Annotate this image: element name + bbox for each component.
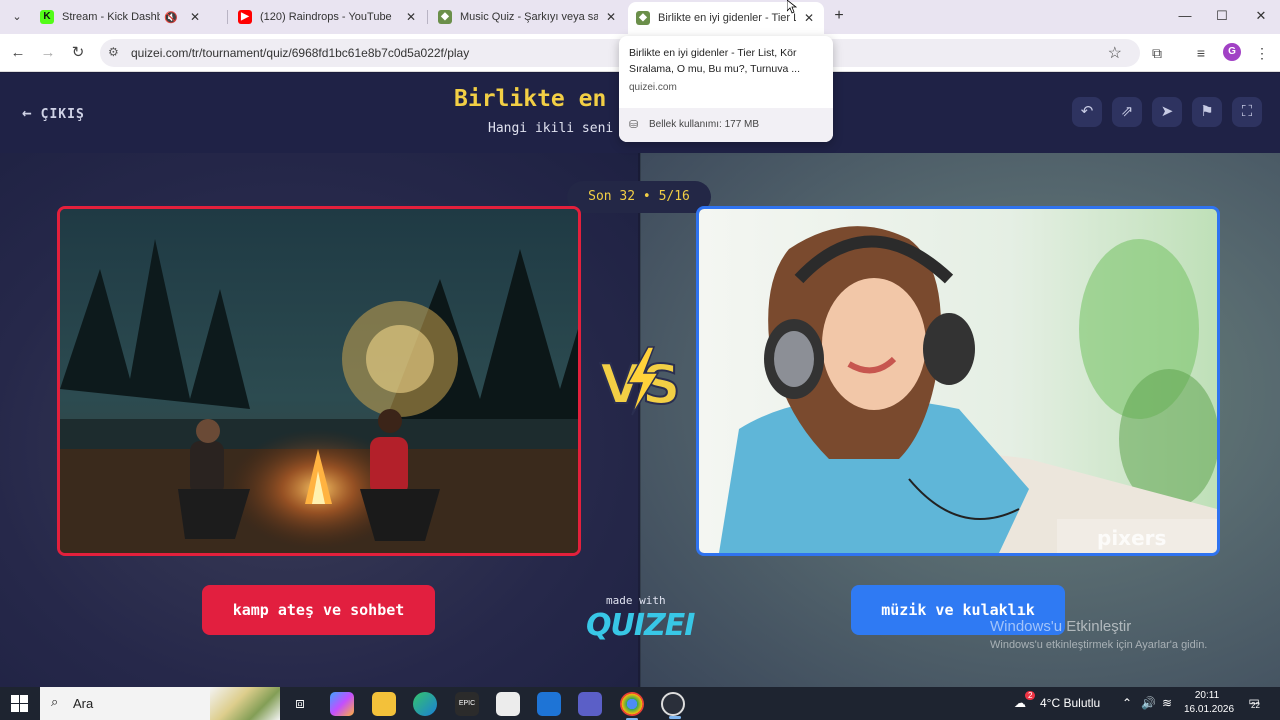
- versus-icon: VS: [599, 346, 682, 417]
- url-text[interactable]: quizei.com/tr/tournament/quiz/6968fd1bc6…: [131, 46, 469, 60]
- hover-card-footer: ⛁ Bellek kullanımı: 177 MB: [619, 108, 833, 142]
- minimize-icon[interactable]: —: [1167, 6, 1203, 26]
- epic-games-icon[interactable]: EPIC: [455, 692, 479, 716]
- search-icon: ⌕: [51, 694, 59, 709]
- quizei-icon: ◆: [438, 10, 452, 24]
- windows-start-icon[interactable]: [11, 695, 28, 712]
- memory-usage: Bellek kullanımı: 177 MB: [649, 119, 760, 130]
- kick-icon: K: [40, 10, 54, 24]
- extensions-icon[interactable]: ⧉: [1146, 42, 1168, 64]
- quizei-icon: ◆: [636, 11, 650, 25]
- left-choice-card[interactable]: [57, 206, 581, 556]
- hover-card-domain: quizei.com: [629, 82, 677, 93]
- clock-time: 20:11: [1194, 690, 1220, 701]
- notification-count: 22: [1251, 701, 1260, 710]
- bookmark-star-icon[interactable]: ☆: [1108, 43, 1122, 63]
- search-highlight-image: [210, 687, 280, 720]
- back-icon[interactable]: ←: [7, 42, 29, 64]
- tray-chevron-icon[interactable]: ⌃: [1122, 696, 1132, 710]
- page-title: Birlikte en: [454, 86, 607, 112]
- mute-icon[interactable]: 🔇: [164, 11, 178, 24]
- windows-activation-title: Windows'u Etkinleştir: [990, 618, 1132, 635]
- obs-icon[interactable]: [661, 692, 685, 719]
- tab-title: Music Quiz - Şarkıyı veya sanatçı: [460, 11, 598, 23]
- tab-title: Stream - Kick Dashboard: [62, 11, 161, 23]
- send-icon: ➤: [1160, 103, 1174, 120]
- share-icon: ⇗: [1120, 103, 1134, 120]
- round-progress-badge: Son 32 • 5/16: [567, 181, 711, 213]
- tab-title: (120) Raindrops - YouTube: [260, 11, 392, 23]
- notification-center[interactable]: ▭ 22: [1243, 694, 1265, 714]
- tab-search-dropdown-icon[interactable]: ⌄: [6, 6, 28, 28]
- weather-badge: 2: [1025, 691, 1036, 700]
- task-view-icon[interactable]: ⧈: [288, 692, 312, 716]
- taskbar-search[interactable]: ⌕ Ara: [40, 687, 280, 720]
- outlook-icon[interactable]: [537, 692, 561, 716]
- arrow-left-icon: ←: [22, 103, 33, 122]
- headphones-image: pixers: [699, 209, 1217, 553]
- window-close-icon[interactable]: ✕: [1243, 6, 1279, 26]
- new-tab-icon[interactable]: +: [829, 6, 849, 26]
- send-button[interactable]: ➤: [1152, 97, 1182, 127]
- mouse-cursor-icon: [787, 0, 797, 14]
- exit-button[interactable]: ← ÇIKIŞ: [22, 103, 85, 122]
- tab-separator: [227, 10, 228, 24]
- tab-music-quiz[interactable]: ◆ Music Quiz - Şarkıyı veya sanatçı ✕: [430, 4, 626, 30]
- tab-title: Birlikte en iyi gidenler - Tier List: [658, 12, 796, 24]
- close-icon[interactable]: ✕: [604, 10, 618, 24]
- quiz-page: ← ÇIKIŞ Birlikte en Hangi ikili seni ↶ ⇗ …: [0, 73, 1280, 687]
- made-with-label: made with: [606, 594, 666, 607]
- menu-kebab-icon[interactable]: ⋮: [1251, 42, 1273, 64]
- profile-avatar[interactable]: G: [1223, 43, 1241, 61]
- edge-icon[interactable]: [413, 692, 437, 716]
- site-info-icon[interactable]: ⚙: [108, 45, 119, 59]
- maximize-icon[interactable]: ☐: [1204, 6, 1240, 26]
- weather-icon[interactable]: ☁: [1014, 696, 1026, 710]
- microsoft-store-icon[interactable]: [496, 692, 520, 716]
- hover-card-title: Birlikte en iyi gidenler - Tier List, Kö…: [629, 47, 800, 75]
- tab-separator: [427, 10, 428, 24]
- close-icon[interactable]: ✕: [188, 10, 202, 24]
- weather-text[interactable]: 4°C Bulutlu: [1040, 696, 1100, 710]
- forward-icon[interactable]: →: [37, 42, 59, 64]
- search-placeholder: Ara: [73, 696, 94, 711]
- reload-icon[interactable]: ↻: [67, 42, 89, 64]
- campfire-image: [60, 209, 578, 553]
- copilot-icon[interactable]: [330, 692, 354, 716]
- clock-date: 16.01.2026: [1184, 704, 1235, 715]
- windows-activation-subtitle: Windows'u etkinleştirmek için Ayarlar'a …: [990, 639, 1208, 651]
- quizei-logo[interactable]: QUIZEI: [586, 608, 695, 643]
- tab-youtube[interactable]: ▶ (120) Raindrops - YouTube ✕: [230, 4, 426, 30]
- tab-hover-card: Birlikte en iyi gidenler - Tier List, Kö…: [619, 36, 833, 142]
- chrome-icon[interactable]: [620, 692, 644, 720]
- speaker-icon[interactable]: 🔊: [1141, 696, 1156, 710]
- file-explorer-icon[interactable]: [372, 692, 396, 716]
- report-button[interactable]: ⚑: [1192, 97, 1222, 127]
- undo-icon: ↶: [1080, 103, 1094, 120]
- media-control-icon[interactable]: ≡: [1190, 42, 1212, 64]
- taskbar-clock[interactable]: 20:11 16.01.2026: [1184, 689, 1235, 717]
- left-choice-button[interactable]: kamp ateş ve sohbet: [202, 585, 435, 635]
- teams-icon[interactable]: [578, 692, 602, 716]
- fullscreen-button[interactable]: ⛶: [1232, 97, 1262, 127]
- memory-icon: ⛁: [629, 119, 639, 131]
- tab-strip: ⌄ K Stream - Kick Dashboard 🔇 ✕ ▶ (120) …: [0, 0, 1280, 34]
- share-button[interactable]: ⇗: [1112, 97, 1142, 127]
- flag-icon: ⚑: [1200, 103, 1214, 120]
- undo-button[interactable]: ↶: [1072, 97, 1102, 127]
- youtube-icon: ▶: [238, 10, 252, 24]
- right-choice-card[interactable]: pixers: [696, 206, 1220, 556]
- wifi-icon[interactable]: ≋: [1162, 696, 1172, 710]
- close-icon[interactable]: ✕: [802, 11, 816, 25]
- exit-label: ÇIKIŞ: [40, 107, 85, 122]
- pixers-watermark: pixers: [1097, 526, 1166, 550]
- taskbar: ⌕ Ara ⧈ EPIC ☁ 2 4°C Bulutlu ⌃ 🔊 ≋ 20:11…: [0, 687, 1280, 720]
- close-icon[interactable]: ✕: [404, 10, 418, 24]
- tab-kick-dashboard[interactable]: K Stream - Kick Dashboard 🔇 ✕: [32, 4, 210, 30]
- fullscreen-icon: ⛶: [1241, 103, 1253, 120]
- page-subtitle: Hangi ikili seni: [488, 121, 614, 136]
